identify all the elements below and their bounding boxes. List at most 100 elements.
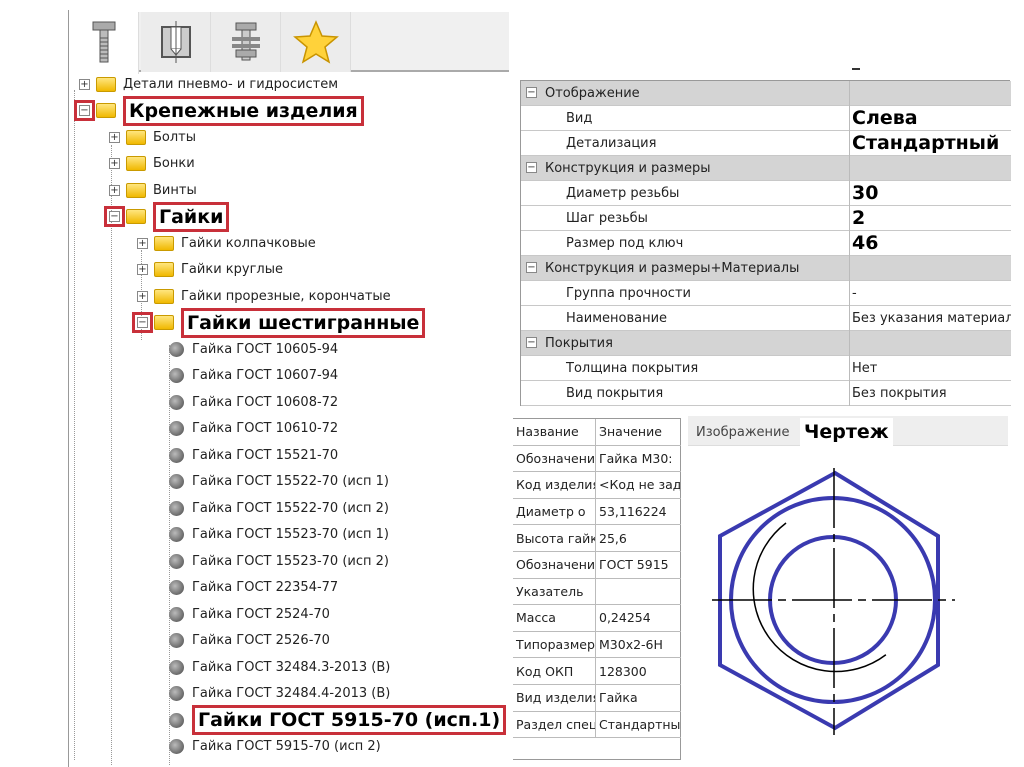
property-row[interactable]: Толщина покрытия Нет <box>521 355 1011 381</box>
tab-favorites[interactable] <box>281 12 351 72</box>
table-row[interactable]: Указатель <box>513 578 681 606</box>
tree-item[interactable]: Гайка ГОСТ 22354-77 <box>165 577 338 599</box>
table-row[interactable]: Обозначение Гайка М30: <box>513 445 681 473</box>
property-name: Наименование <box>566 310 668 326</box>
table-row[interactable]: Раздел спецификацииСтандартные <box>513 711 681 739</box>
property-row[interactable]: Вид Слева <box>521 105 1011 131</box>
name-cell: Высота гайки <box>513 525 596 551</box>
collapse-icon[interactable]: − <box>526 162 537 173</box>
expand-icon[interactable]: + <box>109 131 120 143</box>
tree-item[interactable]: Гайка ГОСТ 15522-70 (исп 2) <box>165 497 389 519</box>
property-row[interactable]: Группа прочности - <box>521 280 1011 306</box>
property-value[interactable]: 30 <box>849 180 1011 206</box>
name-cell: Диаметр о <box>513 498 596 525</box>
property-name: Размер под ключ <box>566 235 684 251</box>
tree-item[interactable]: Гайка ГОСТ 32484.4-2013 (В) <box>165 683 390 705</box>
property-row[interactable]: Вид покрытия Без покрытия <box>521 380 1011 406</box>
category-spacer <box>849 80 1011 106</box>
table-row[interactable]: Масса 0,24254 <box>513 605 681 632</box>
table-header[interactable]: Название Значение <box>513 419 681 446</box>
expand-icon[interactable]: + <box>137 290 148 302</box>
tree-folder[interactable]: + Гайки круглые <box>137 259 283 281</box>
tree-folder[interactable]: + Гайки колпачковые <box>137 232 316 254</box>
table-row[interactable]: Код ОКП 128300 <box>513 658 681 685</box>
tree-item[interactable]: Гайка ГОСТ 15522-70 (исп 1) <box>165 471 389 493</box>
collapse-icon[interactable]: − <box>526 337 537 348</box>
tree-item[interactable]: Гайка ГОСТ 15523-70 (исп 2) <box>165 550 389 572</box>
table-row[interactable]: Высота гайки25,6 <box>513 525 681 552</box>
catalog-panel: + Детали пневмо- и гидросистем − Крепежные … <box>68 10 509 767</box>
tab-drawing[interactable]: Чертеж <box>800 418 893 448</box>
tree-item[interactable]: Гайка ГОСТ 15521-70 <box>165 444 338 466</box>
property-value[interactable]: 2 <box>849 205 1011 231</box>
collapse-icon[interactable]: − <box>132 312 153 333</box>
property-value[interactable]: Без покрытия <box>849 380 1011 406</box>
property-value[interactable]: Слева <box>849 105 1011 131</box>
expand-icon[interactable]: + <box>137 264 148 275</box>
nut-drawing <box>712 468 955 735</box>
tree-item[interactable]: Гайки ГОСТ 5915-70 (исп.1) <box>165 705 507 735</box>
expand-icon[interactable]: + <box>109 184 120 196</box>
tree-item[interactable]: Гайка ГОСТ 15523-70 (исп 1) <box>165 524 389 546</box>
tree-item[interactable]: Гайка ГОСТ 2526-70 <box>165 630 330 652</box>
table-row[interactable]: Вид изделия Гайка <box>513 685 681 712</box>
property-row[interactable]: Размер под ключ 46 <box>521 230 1011 256</box>
tree-item[interactable]: Гайка ГОСТ 10610-72 <box>165 418 338 440</box>
property-category[interactable]: − Конструкция и размеры <box>521 155 1011 181</box>
tree-label: Гайка ГОСТ 15521-70 <box>192 447 339 463</box>
tree-folder[interactable]: + Болты <box>109 126 196 148</box>
tree-folder[interactable]: + Гайки прорезные, корончатые <box>137 285 391 307</box>
table-row[interactable]: Код изделия<Код не задан> <box>513 472 681 499</box>
tree-folder[interactable]: − Крепежные изделия <box>74 95 364 126</box>
nut-icon <box>169 553 184 569</box>
tree-item[interactable]: Гайка ГОСТ 32484.3-2013 (В) <box>165 656 390 678</box>
collapse-icon[interactable]: − <box>104 206 125 227</box>
property-value[interactable]: Без указания материала <box>849 305 1011 331</box>
tree-folder[interactable]: − Гайки шестигранные <box>132 307 426 338</box>
tree-item[interactable]: Гайка ГОСТ 5915-70 (исп 2) <box>165 736 381 758</box>
property-name: Покрытия <box>545 335 613 351</box>
tree-label: Гайки колпачковые <box>181 235 316 251</box>
tab-image[interactable]: Изображение <box>696 425 789 440</box>
tree-item[interactable]: Гайка ГОСТ 10608-72 <box>165 391 338 413</box>
tree-folder[interactable]: − Гайки <box>104 201 230 232</box>
tree-item[interactable]: Гайка ГОСТ 2524-70 <box>165 603 330 625</box>
property-row[interactable]: Диаметр резьбы 30 <box>521 180 1011 206</box>
tree-folder[interactable]: + Детали пневмо- и гидросистем <box>79 73 338 95</box>
property-row[interactable]: Наименование Без указания материала <box>521 305 1011 331</box>
tree-item[interactable]: Гайка ГОСТ 10605-94 <box>165 338 338 360</box>
table-row[interactable]: Обозначение ГОСТ 5915 <box>513 552 681 579</box>
property-category[interactable]: − Покрытия <box>521 330 1011 356</box>
property-category[interactable]: − Конструкция и размеры+Материалы <box>521 255 1011 281</box>
tree-folder[interactable]: + Винты <box>109 179 197 201</box>
property-value[interactable]: - <box>849 280 1011 306</box>
collapse-icon[interactable]: − <box>526 262 537 273</box>
collapse-icon[interactable]: − <box>526 87 537 98</box>
table-row[interactable]: Типоразмер М30x2-6H <box>513 631 681 659</box>
folder-icon <box>126 209 146 224</box>
tree-label: Гайка ГОСТ 32484.4-2013 (В) <box>192 686 391 701</box>
property-category[interactable]: − Отображение <box>521 80 1011 106</box>
hole-section-icon <box>160 21 191 63</box>
tree-item[interactable]: Гайка ГОСТ 10607-94 <box>165 365 338 387</box>
collapse-icon[interactable]: − <box>74 100 95 121</box>
property-name: Шаг резьбы <box>566 210 648 226</box>
table-row[interactable]: Диаметр о 53,116224 <box>513 498 681 526</box>
tree-label: Гайка ГОСТ 15523-70 (исп 2) <box>192 553 389 569</box>
value-cell: М30x2-6H <box>599 637 663 653</box>
property-value[interactable]: 46 <box>849 230 1011 256</box>
folder-icon <box>126 129 146 145</box>
tab-joints[interactable] <box>211 12 281 72</box>
expand-icon[interactable]: + <box>137 237 148 249</box>
tab-holes[interactable] <box>141 12 211 72</box>
tab-fasteners[interactable] <box>69 12 139 74</box>
property-row[interactable]: Шаг резьбы 2 <box>521 205 1011 231</box>
property-value[interactable]: Стандартный <box>849 130 1011 156</box>
property-value[interactable]: Нет <box>849 355 1011 381</box>
property-grid: − Отображение Вид Слева Детализация Стандартн… <box>520 80 1011 406</box>
tree-folder[interactable]: + Бонки <box>109 153 195 175</box>
expand-icon[interactable]: + <box>79 78 90 90</box>
value-cell: 53,116224 <box>599 504 667 520</box>
property-row[interactable]: Детализация Стандартный <box>521 130 1011 156</box>
expand-icon[interactable]: + <box>109 158 120 169</box>
